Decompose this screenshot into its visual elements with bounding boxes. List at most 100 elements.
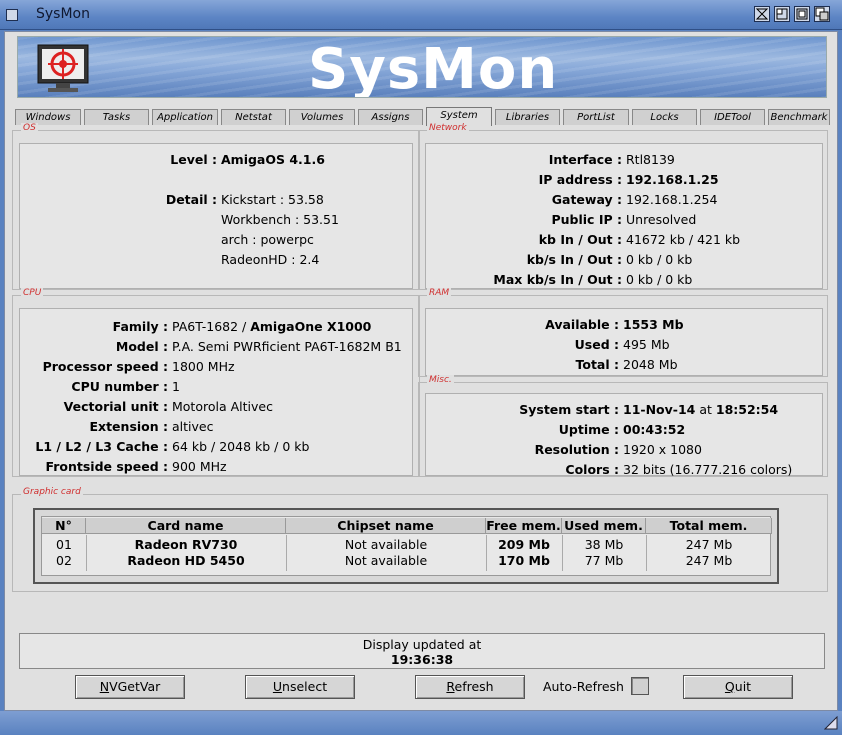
os-level-value: AmigaOS 4.1.6	[221, 152, 325, 167]
misc-legend: Misc.	[427, 375, 454, 385]
auto-refresh-checkbox[interactable]	[631, 677, 649, 695]
refresh-button[interactable]: Refresh	[415, 675, 525, 699]
column-header[interactable]: Free mem.	[486, 518, 562, 534]
table-cell: 01	[56, 537, 72, 552]
table-cell: 247 Mb	[685, 537, 733, 552]
banner-title: SysMon	[308, 37, 559, 98]
network-value: 41672 kb / 421 kb	[626, 232, 741, 247]
column-header[interactable]: Total mem.	[646, 518, 772, 534]
monitor-logo-icon	[34, 43, 92, 97]
ram-value: 495 Mb	[623, 337, 670, 352]
tab-benchmark[interactable]: Benchmark	[768, 109, 830, 125]
iconify-icon[interactable]	[754, 6, 770, 22]
close-gadget-icon[interactable]	[6, 9, 18, 21]
misc-colors-value: 32 bits (16.777.216 colors)	[623, 462, 793, 477]
column-header[interactable]: Chipset name	[286, 518, 486, 534]
zoom-icon[interactable]	[774, 6, 790, 22]
cpu-value: 64 kb / 2048 kb / 0 kb	[172, 439, 310, 454]
cpu-value: P.A. Semi PWRficient PA6T-1682M B1	[172, 339, 402, 354]
status-time: 19:36:38	[390, 652, 454, 667]
banner: SysMon	[17, 36, 827, 98]
table-cell: 77 Mb	[584, 553, 624, 568]
column-divider	[486, 535, 487, 571]
tab-portlist[interactable]: PortList	[563, 109, 629, 125]
table-cell: Not available	[344, 553, 428, 568]
table-row[interactable]: 01 Radeon RV730 Not available 209 Mb 38 Mb 24…	[42, 537, 772, 553]
cpu-family-label: Family :	[112, 319, 168, 334]
tab-volumes[interactable]: Volumes	[289, 109, 355, 125]
tab-application[interactable]: Application	[152, 109, 218, 125]
os-detail-label: Detail :	[165, 192, 217, 207]
tab-tasks[interactable]: Tasks	[84, 109, 149, 125]
network-label: Interface :	[548, 152, 622, 167]
bottom-border	[0, 711, 842, 735]
network-value: 0 kb / 0 kb	[626, 252, 693, 267]
tab-netstat[interactable]: Netstat	[221, 109, 286, 125]
unselect-button[interactable]: Unselect	[245, 675, 355, 699]
resize-icon[interactable]	[823, 715, 838, 734]
ram-label: Total :	[575, 357, 620, 372]
window-title: SysMon	[36, 6, 90, 22]
cpu-value: 900 MHz	[172, 459, 227, 474]
table-cell: Radeon RV730	[134, 537, 238, 552]
cpu-value: 1	[172, 379, 180, 394]
os-legend: OS	[21, 123, 38, 133]
column-divider	[86, 535, 87, 571]
cpu-label: Model :	[115, 339, 168, 354]
misc-resolution-value: 1920 x 1080	[623, 442, 702, 457]
misc-colors-label: Colors :	[565, 462, 619, 477]
network-label: IP address :	[538, 172, 622, 187]
status-box: Display updated at 19:36:38	[19, 633, 825, 669]
network-legend: Network	[427, 123, 469, 133]
network-value: 0 kb / 0 kb	[626, 272, 693, 287]
table-cell: 209 Mb	[498, 537, 550, 552]
cpu-legend: CPU	[21, 288, 44, 298]
column-header[interactable]: N°	[42, 518, 86, 534]
cpu-label: CPU number :	[71, 379, 168, 394]
misc-resolution-label: Resolution :	[534, 442, 619, 457]
column-header[interactable]: Used mem.	[562, 518, 646, 534]
title-bar[interactable]: SysMon	[0, 0, 842, 30]
table-cell: 247 Mb	[685, 553, 733, 568]
network-label: Max kb/s In / Out :	[493, 272, 622, 287]
os-detail-line: Kickstart : 53.58	[221, 192, 324, 207]
network-value: 192.168.1.25	[626, 172, 719, 187]
tab-locks[interactable]: Locks	[632, 109, 697, 125]
ram-panel: RAM Available : 1553 Mb Used : 495 Mb Total …	[418, 288, 828, 377]
os-level-label: Level :	[170, 152, 217, 167]
network-label: Gateway :	[551, 192, 622, 207]
misc-panel: Misc. System start : 11-Nov-14 at 18:52:…	[418, 375, 828, 477]
cpu-family-value: PA6T-1682 / AmigaOne X1000	[172, 319, 372, 334]
status-text: Display updated at	[362, 637, 482, 652]
network-label: kb/s In / Out :	[526, 252, 622, 267]
auto-refresh-label: Auto-Refresh	[543, 679, 624, 694]
os-detail-line: RadeonHD : 2.4	[221, 252, 320, 267]
column-header[interactable]: Card name	[86, 518, 286, 534]
cpu-label: L1 / L2 / L3 Cache :	[35, 439, 168, 454]
quit-button[interactable]: Quit	[683, 675, 793, 699]
misc-start-label: System start :	[519, 402, 619, 417]
table-cell: Radeon HD 5450	[127, 553, 245, 568]
os-panel: OS Level : AmigaOS 4.1.6 Detail : Kickst…	[12, 123, 420, 290]
network-value: Unresolved	[626, 212, 697, 227]
main-window: SysMon Windows Tasks Application Netstat Vol…	[4, 31, 838, 711]
table-cell: 38 Mb	[584, 537, 624, 552]
table-cell: 170 Mb	[498, 553, 550, 568]
cpu-panel: CPU Family : PA6T-1682 / AmigaOne X1000 …	[12, 288, 420, 477]
cpu-value: Motorola Altivec	[172, 399, 273, 414]
tab-libraries[interactable]: Libraries	[495, 109, 560, 125]
tab-idetool[interactable]: IDETool	[700, 109, 765, 125]
cpu-value: 1800 MHz	[172, 359, 235, 374]
network-label: kb In / Out :	[538, 232, 622, 247]
tab-assigns[interactable]: Assigns	[358, 109, 423, 125]
table-row[interactable]: 02 Radeon HD 5450 Not available 170 Mb 77 Mb…	[42, 553, 772, 569]
depth-icon[interactable]	[814, 6, 830, 22]
nvgetvar-button[interactable]: NVGetVar	[75, 675, 185, 699]
misc-start-value: 11-Nov-14 at 18:52:54	[623, 402, 779, 417]
cpu-label: Extension :	[89, 419, 168, 434]
maximize-icon[interactable]	[794, 6, 810, 22]
column-divider	[646, 535, 647, 571]
column-divider	[286, 535, 287, 571]
cpu-label: Frontside speed :	[45, 459, 168, 474]
tab-bar: Windows Tasks Application Netstat Volumes Ass…	[15, 107, 830, 126]
